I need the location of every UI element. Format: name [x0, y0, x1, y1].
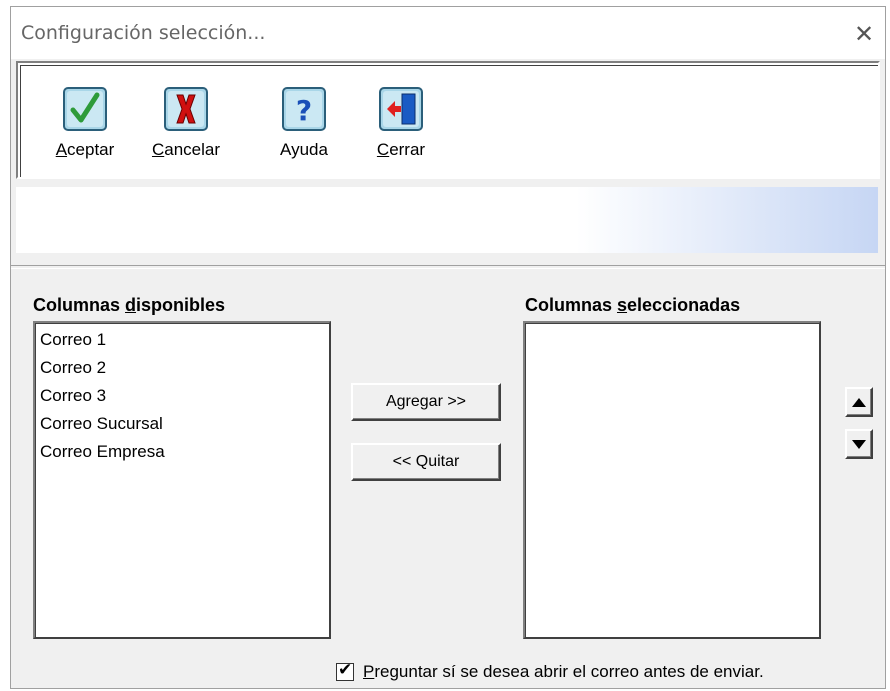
list-item[interactable]: Correo Sucursal [35, 410, 329, 438]
move-up-button[interactable] [845, 387, 873, 417]
list-item[interactable]: Correo 3 [35, 382, 329, 410]
selected-columns-list[interactable] [523, 321, 821, 639]
header-banner [16, 187, 878, 253]
cancel-button[interactable]: Cancelar [141, 86, 231, 176]
toolbar: Aceptar Cancelar ? Ayuda Cerrar [16, 61, 880, 179]
close-button[interactable]: ✕ [849, 19, 879, 49]
ask-before-send-label[interactable]: Preguntar sí se desea abrir el correo an… [363, 662, 764, 682]
list-item[interactable]: Correo Empresa [35, 438, 329, 466]
list-item[interactable]: Correo 1 [35, 326, 329, 354]
help-button[interactable]: ? Ayuda [269, 86, 339, 176]
ask-before-send-checkbox[interactable]: ✔ [336, 660, 354, 681]
exit-door-icon [379, 87, 423, 131]
available-columns-label: Columnas disponibles [33, 295, 226, 315]
move-down-button[interactable] [845, 429, 873, 459]
arrow-down-icon [852, 440, 866, 449]
svg-text:?: ? [296, 94, 312, 127]
accept-button[interactable]: Aceptar [43, 86, 127, 176]
checkmark-icon: ✔ [338, 660, 353, 680]
list-item[interactable]: Correo 2 [35, 354, 329, 382]
exit-button[interactable]: Cerrar [366, 86, 436, 176]
window-title: Configuración selección... [21, 22, 266, 44]
selected-columns-label: Columnas seleccionadas [525, 295, 741, 315]
arrow-up-icon [852, 398, 866, 407]
dialog-window: Configuración selección... ✕ Aceptar Can… [10, 6, 886, 689]
title-bar: Configuración selección... ✕ [11, 7, 885, 59]
help-label: Ayuda [280, 140, 328, 159]
exit-label: Cerrar [376, 140, 426, 159]
x-cancel-icon [164, 87, 208, 131]
available-columns-list[interactable]: Correo 1 Correo 2 Correo 3 Correo Sucurs… [33, 321, 331, 639]
add-button[interactable]: Agregar >> [351, 383, 501, 421]
question-help-icon: ? [282, 87, 326, 131]
remove-button[interactable]: << Quitar [351, 443, 501, 481]
cancel-label: Cancelar [151, 140, 221, 159]
checkmark-icon [63, 87, 107, 131]
divider [11, 265, 885, 269]
accept-label: Aceptar [55, 140, 115, 159]
